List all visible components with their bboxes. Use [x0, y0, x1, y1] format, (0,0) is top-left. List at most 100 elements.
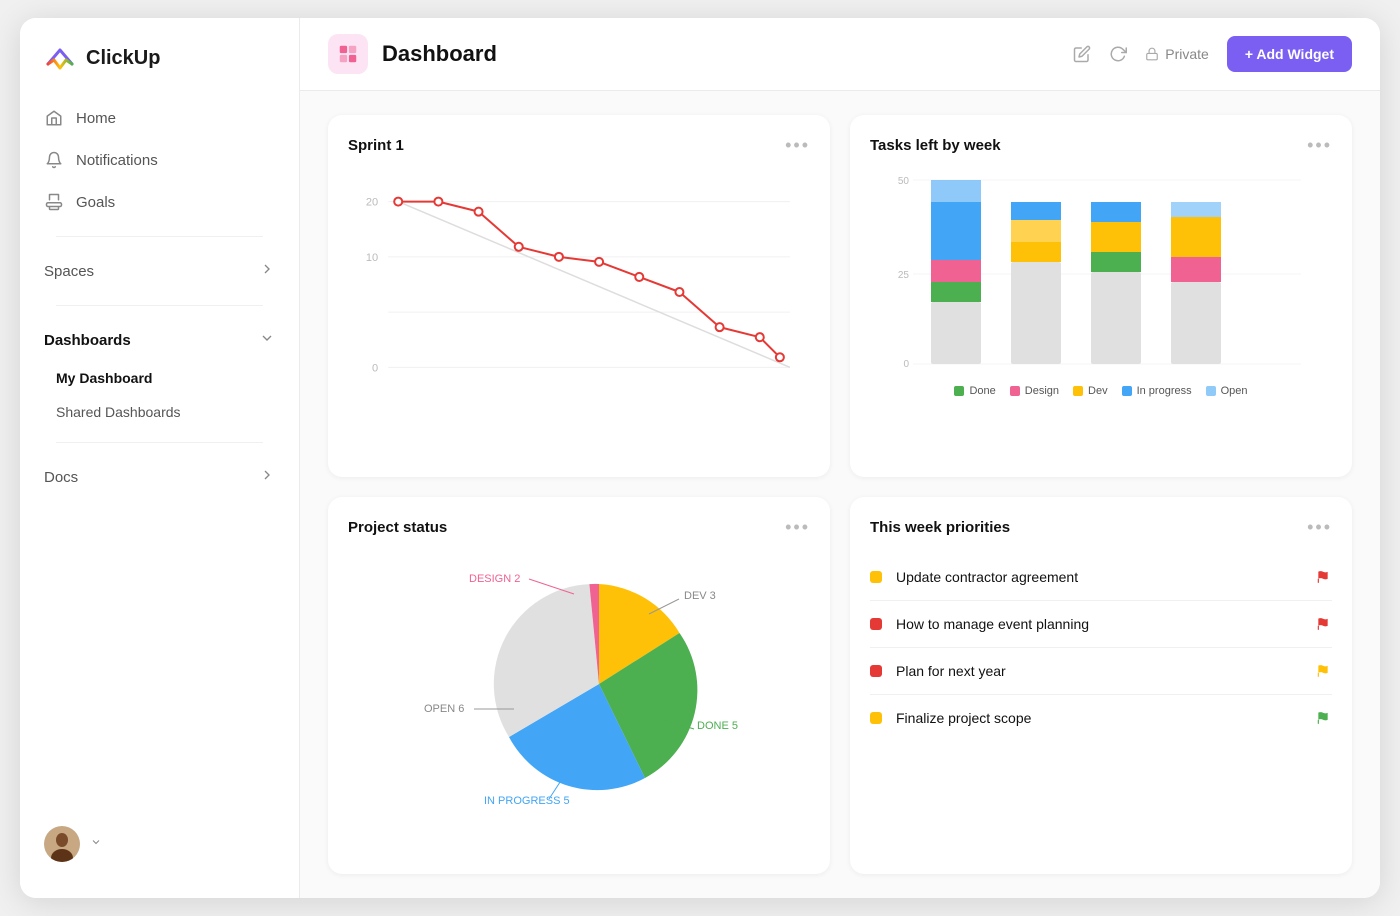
legend-dot-done [954, 386, 964, 396]
chevron-down-user-icon [90, 835, 102, 853]
svg-text:0: 0 [372, 362, 378, 374]
priority-item-2: Plan for next year [870, 648, 1332, 695]
trophy-icon [44, 192, 64, 212]
priorities-list: Update contractor agreement How to manag… [870, 554, 1332, 741]
lock-icon [1145, 47, 1159, 61]
svg-text:DESIGN 2: DESIGN 2 [469, 573, 520, 585]
priorities-menu-button[interactable]: ••• [1307, 517, 1332, 538]
home-label: Home [76, 110, 116, 127]
legend-dot-inprogress [1122, 386, 1132, 396]
svg-text:0: 0 [903, 359, 909, 370]
legend-inprogress: In progress [1122, 385, 1192, 397]
svg-text:25: 25 [898, 270, 910, 281]
avatar [44, 826, 80, 862]
burndown-chart: 20 10 0 [348, 172, 810, 412]
priority-text-0: Update contractor agreement [896, 569, 1300, 585]
sidebar: ClickUp Home Notifications [20, 18, 300, 898]
legend-dev: Dev [1073, 385, 1108, 397]
bar-chart-svg: 50 25 0 [870, 172, 1332, 372]
spaces-label: Spaces [44, 263, 94, 280]
priority-text-3: Finalize project scope [896, 710, 1300, 726]
legend-design: Design [1010, 385, 1059, 397]
chevron-down-icon [259, 330, 275, 350]
priority-text-1: How to manage event planning [896, 616, 1300, 632]
sidebar-nav: Home Notifications Goals [20, 98, 299, 497]
sidebar-item-notifications[interactable]: Notifications [32, 140, 287, 180]
priority-dot-0 [870, 571, 882, 583]
content-grid: Sprint 1 ••• 20 10 0 [300, 91, 1380, 898]
pie-chart-container: DEV 3 DONE 5 IN PROGRESS 5 OPEN 6 DESIGN… [348, 554, 810, 814]
chevron-right-icon [259, 261, 275, 281]
sidebar-item-goals[interactable]: Goals [32, 182, 287, 222]
priorities-title: This week priorities [870, 519, 1010, 536]
add-widget-button[interactable]: + Add Widget [1227, 36, 1352, 72]
priority-item-0: Update contractor agreement [870, 554, 1332, 601]
sidebar-item-dashboards[interactable]: Dashboards [32, 320, 287, 360]
sidebar-item-my-dashboard[interactable]: My Dashboard [32, 362, 287, 394]
docs-label: Docs [44, 469, 78, 486]
nav-divider-1 [56, 236, 263, 237]
chart-legend: Done Design Dev In progress [870, 385, 1332, 397]
legend-dot-dev [1073, 386, 1083, 396]
project-status-card: Project status ••• [328, 497, 830, 874]
svg-text:IN PROGRESS 5: IN PROGRESS 5 [484, 795, 570, 807]
bar-chart-container: 50 25 0 [870, 172, 1332, 412]
user-profile[interactable] [20, 814, 299, 874]
priority-item-3: Finalize project scope [870, 695, 1332, 741]
svg-text:10: 10 [366, 252, 378, 264]
nav-divider-2 [56, 305, 263, 306]
project-status-menu-button[interactable]: ••• [785, 517, 810, 538]
topbar: Dashboard Private [300, 18, 1380, 91]
priority-flag-1 [1314, 615, 1332, 633]
project-status-title: Project status [348, 519, 447, 536]
priority-flag-2 [1314, 662, 1332, 680]
priority-item-1: How to manage event planning [870, 601, 1332, 648]
pie-chart-svg: DEV 3 DONE 5 IN PROGRESS 5 OPEN 6 DESIGN… [409, 554, 749, 814]
main-content: Dashboard Private [300, 18, 1380, 898]
sidebar-item-home[interactable]: Home [32, 98, 287, 138]
chevron-right-icon-docs [259, 467, 275, 487]
priorities-card: This week priorities ••• Update contract… [850, 497, 1352, 874]
sprint-menu-button[interactable]: ••• [785, 135, 810, 156]
tasks-menu-button[interactable]: ••• [1307, 135, 1332, 156]
sidebar-item-spaces[interactable]: Spaces [32, 251, 287, 291]
clickup-logo-icon [44, 42, 76, 74]
legend-dot-design [1010, 386, 1020, 396]
legend-dot-open [1206, 386, 1216, 396]
svg-text:DONE 5: DONE 5 [697, 720, 738, 732]
priority-flag-3 [1314, 709, 1332, 727]
legend-open: Open [1206, 385, 1248, 397]
app-container: ClickUp Home Notifications [20, 18, 1380, 898]
priority-dot-1 [870, 618, 882, 630]
svg-text:20: 20 [366, 197, 378, 209]
tasks-title: Tasks left by week [870, 137, 1001, 154]
dashboard-icon-box [328, 34, 368, 74]
sprint-card: Sprint 1 ••• 20 10 0 [328, 115, 830, 477]
sidebar-item-docs[interactable]: Docs [32, 457, 287, 497]
priority-dot-2 [870, 665, 882, 677]
edit-icon[interactable] [1073, 45, 1091, 63]
sprint-title: Sprint 1 [348, 137, 404, 154]
svg-text:OPEN 6: OPEN 6 [424, 703, 464, 715]
bell-icon [44, 150, 64, 170]
private-label: Private [1165, 46, 1209, 62]
logo[interactable]: ClickUp [20, 42, 299, 98]
priority-text-2: Plan for next year [896, 663, 1300, 679]
priority-dot-3 [870, 712, 882, 724]
home-icon [44, 108, 64, 128]
tasks-left-card: Tasks left by week ••• 50 25 0 [850, 115, 1352, 477]
nav-divider-3 [56, 442, 263, 443]
notifications-label: Notifications [76, 152, 158, 169]
page-title: Dashboard [382, 41, 497, 67]
goals-label: Goals [76, 194, 115, 211]
refresh-icon[interactable] [1109, 45, 1127, 63]
sidebar-item-shared-dashboards[interactable]: Shared Dashboards [32, 396, 287, 428]
dashboards-label: Dashboards [44, 332, 131, 349]
priority-flag-0 [1314, 568, 1332, 586]
private-badge[interactable]: Private [1145, 46, 1209, 62]
dashboard-grid-icon [337, 43, 359, 65]
legend-done: Done [954, 385, 995, 397]
svg-text:DEV 3: DEV 3 [684, 590, 716, 602]
svg-text:50: 50 [898, 176, 910, 187]
logo-text: ClickUp [86, 47, 160, 70]
